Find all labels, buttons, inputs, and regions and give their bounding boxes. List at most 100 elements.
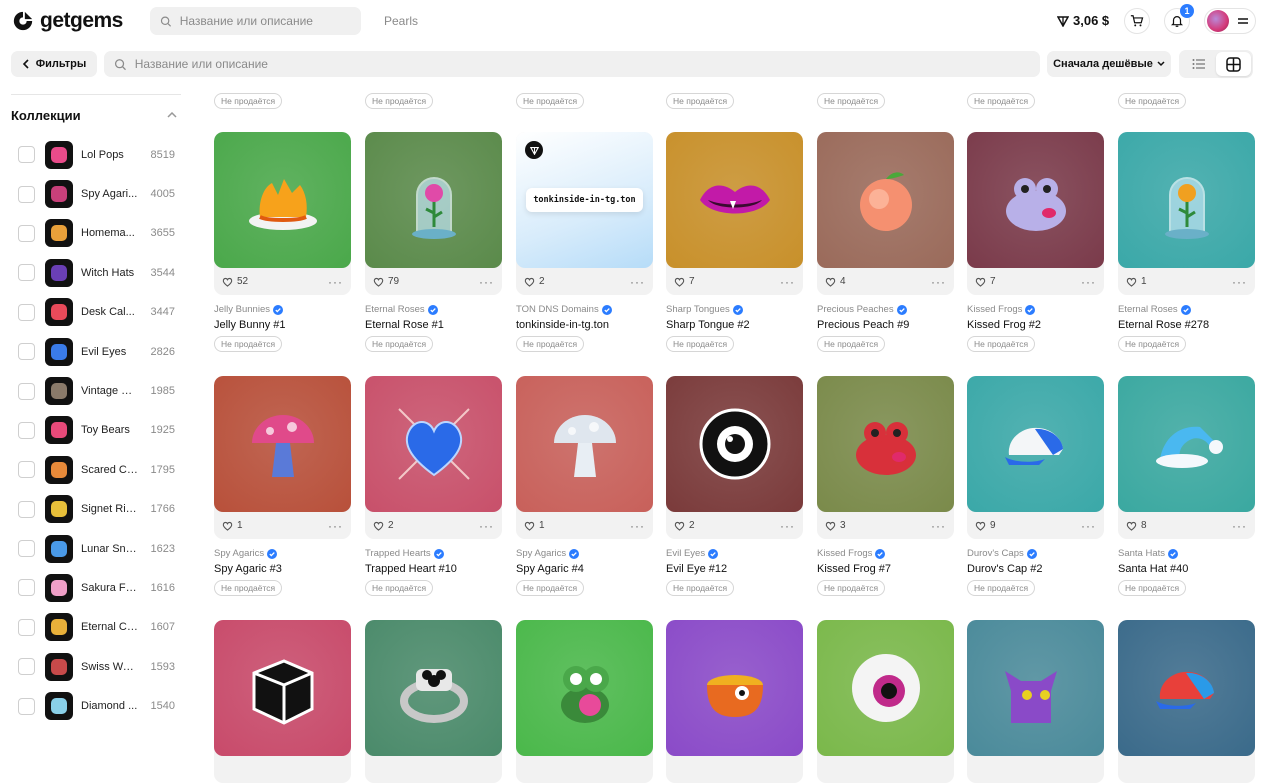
like-button[interactable]: 2 [373, 520, 394, 531]
collection-link[interactable]: Santa Hats [1118, 548, 1178, 559]
nft-card[interactable] [365, 620, 502, 783]
nft-card[interactable]: 1 ··· [516, 376, 653, 539]
nft-name[interactable]: Durov's Cap #2 [967, 563, 1042, 575]
sidebar-item[interactable]: Vintage Ci... 1985 [11, 371, 181, 410]
like-button[interactable]: 9 [975, 520, 996, 531]
like-button[interactable]: 1 [1126, 276, 1147, 287]
nft-name[interactable]: Eternal Rose #278 [1118, 319, 1209, 331]
sidebar-item[interactable]: Lol Pops 8519 [11, 135, 181, 174]
collection-checkbox[interactable] [18, 421, 35, 439]
nft-name[interactable]: Spy Agaric #3 [214, 563, 282, 575]
collection-link[interactable]: Precious Peaches [817, 304, 907, 315]
more-options-icon[interactable]: ··· [1081, 519, 1096, 533]
collections-header[interactable]: Коллекции [11, 95, 181, 135]
nft-card[interactable]: 1 ··· [1118, 132, 1255, 295]
nft-name[interactable]: Sharp Tongue #2 [666, 319, 750, 331]
more-options-icon[interactable]: ··· [1081, 275, 1096, 289]
nft-card[interactable] [1118, 620, 1255, 783]
nft-card[interactable] [214, 620, 351, 783]
more-options-icon[interactable]: ··· [630, 275, 645, 289]
nft-card[interactable]: 3 ··· [817, 376, 954, 539]
nft-name[interactable]: Eternal Rose #1 [365, 319, 444, 331]
sidebar-item[interactable]: Signet Rin... 1766 [11, 490, 181, 529]
nft-name[interactable]: Jelly Bunny #1 [214, 319, 286, 331]
sidebar-item[interactable]: Sakura Flo... 1616 [11, 568, 181, 607]
sidebar-item[interactable]: Toy Bears 1925 [11, 411, 181, 450]
collection-link[interactable]: Trapped Hearts [365, 548, 444, 559]
nft-card[interactable]: 79 ··· [365, 132, 502, 295]
like-button[interactable]: 79 [373, 276, 399, 287]
nft-card[interactable]: 52 ··· [214, 132, 351, 295]
collection-checkbox[interactable] [18, 303, 35, 321]
nft-card[interactable]: 8 ··· [1118, 376, 1255, 539]
like-button[interactable]: 7 [674, 276, 695, 287]
like-button[interactable]: 4 [825, 276, 846, 287]
filters-button[interactable]: Фильтры [11, 51, 97, 77]
nft-name[interactable]: Kissed Frog #7 [817, 563, 891, 575]
logo[interactable]: getgems [12, 9, 123, 33]
sidebar-item[interactable]: Swiss Wat... 1593 [11, 647, 181, 686]
like-button[interactable]: 2 [674, 520, 695, 531]
nft-card[interactable]: 9 ··· [967, 376, 1104, 539]
more-options-icon[interactable]: ··· [780, 275, 795, 289]
sidebar-item[interactable]: Scared Cats 1795 [11, 450, 181, 489]
like-button[interactable]: 8 [1126, 520, 1147, 531]
nft-card[interactable]: 7 ··· [967, 132, 1104, 295]
collection-checkbox[interactable] [18, 382, 35, 400]
nft-card[interactable] [516, 620, 653, 783]
nft-card[interactable]: 2 ··· [666, 376, 803, 539]
sidebar-item[interactable]: Homema... 3655 [11, 214, 181, 253]
more-options-icon[interactable]: ··· [780, 519, 795, 533]
collection-link[interactable]: Jelly Bunnies [214, 304, 283, 315]
more-options-icon[interactable]: ··· [479, 275, 494, 289]
nft-card[interactable] [817, 620, 954, 783]
collection-link[interactable]: Kissed Frogs [817, 548, 886, 559]
nft-name[interactable]: Spy Agaric #4 [516, 563, 584, 575]
nft-name[interactable]: tonkinside-in-tg.ton [516, 319, 609, 331]
collection-checkbox[interactable] [18, 185, 35, 203]
collection-checkbox[interactable] [18, 264, 35, 282]
collection-checkbox[interactable] [18, 224, 35, 242]
nft-card[interactable] [967, 620, 1104, 783]
like-button[interactable]: 2 [524, 276, 545, 287]
more-options-icon[interactable]: ··· [328, 519, 343, 533]
like-button[interactable]: 7 [975, 276, 996, 287]
more-options-icon[interactable]: ··· [1232, 275, 1247, 289]
collection-link[interactable]: Kissed Frogs [967, 304, 1036, 315]
more-options-icon[interactable]: ··· [931, 275, 946, 289]
collection-link[interactable]: Evil Eyes [666, 548, 719, 559]
nft-card[interactable]: 2 ··· [365, 376, 502, 539]
like-button[interactable]: 52 [222, 276, 248, 287]
more-options-icon[interactable]: ··· [479, 519, 494, 533]
sidebar-item[interactable]: Desk Cal... 3447 [11, 293, 181, 332]
nft-card[interactable] [666, 620, 803, 783]
sidebar-item[interactable]: Witch Hats 3544 [11, 253, 181, 292]
collection-link[interactable]: Eternal Roses [365, 304, 438, 315]
collection-checkbox[interactable] [18, 579, 35, 597]
more-options-icon[interactable]: ··· [630, 519, 645, 533]
collection-checkbox[interactable] [18, 697, 35, 715]
nft-name[interactable]: Santa Hat #40 [1118, 563, 1188, 575]
sidebar-item[interactable]: Eternal Ca... 1607 [11, 608, 181, 647]
collection-link[interactable]: Spy Agarics [516, 548, 580, 559]
nft-name[interactable]: Evil Eye #12 [666, 563, 727, 575]
collection-checkbox[interactable] [18, 461, 35, 479]
collection-link[interactable]: TON DNS Domains [516, 304, 612, 315]
collection-checkbox[interactable] [18, 146, 35, 164]
more-options-icon[interactable]: ··· [931, 519, 946, 533]
nft-card[interactable]: 7 ··· [666, 132, 803, 295]
collection-link[interactable]: Spy Agarics [214, 548, 278, 559]
collection-checkbox[interactable] [18, 540, 35, 558]
nft-card[interactable]: tonkinside-in-tg.ton 2 ··· [516, 132, 653, 295]
like-button[interactable]: 1 [222, 520, 243, 531]
nft-name[interactable]: Trapped Heart #10 [365, 563, 457, 575]
sidebar-item[interactable]: Spy Agari... 4005 [11, 174, 181, 213]
like-button[interactable]: 3 [825, 520, 846, 531]
sidebar-item[interactable]: Diamond ... 1540 [11, 686, 181, 725]
collection-link[interactable]: Durov's Caps [967, 548, 1037, 559]
like-button[interactable]: 1 [524, 520, 545, 531]
nft-card[interactable]: 4 ··· [817, 132, 954, 295]
collection-link[interactable]: Sharp Tongues [666, 304, 743, 315]
nft-name[interactable]: Precious Peach #9 [817, 319, 909, 331]
collection-checkbox[interactable] [18, 658, 35, 676]
